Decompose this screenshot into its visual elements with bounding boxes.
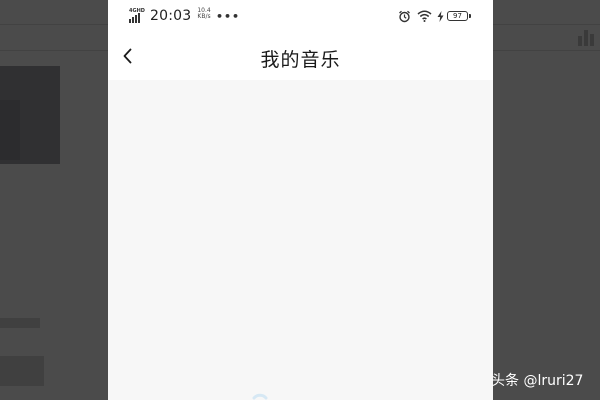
network-type-label: 4GHD xyxy=(129,8,145,14)
background-divider xyxy=(0,24,108,25)
network-speed-unit: KB/s xyxy=(197,13,211,20)
more-notifications-icon: ••• xyxy=(216,10,241,23)
alarm-icon xyxy=(399,10,410,23)
background-divider xyxy=(0,50,108,51)
watermark: 头条 @lruri27 xyxy=(491,373,584,389)
navigation-bar: 我的音乐 xyxy=(108,32,493,80)
status-time: 20:03 xyxy=(150,8,192,24)
background-text-block xyxy=(0,318,40,328)
battery-icon: 97 xyxy=(447,11,471,21)
background-image-block xyxy=(0,356,44,386)
loading-spinner-icon xyxy=(252,393,268,400)
background-divider xyxy=(493,24,600,25)
wifi-icon xyxy=(417,10,432,22)
status-bar: 4GHD 20:03 10.4 KB/s ••• 97 xyxy=(108,0,493,32)
page-title: 我的音乐 xyxy=(260,49,341,71)
bar-chart-icon xyxy=(576,26,598,46)
screenshot-stage: 4GHD 20:03 10.4 KB/s ••• 97 我的音乐 头条 @lru… xyxy=(0,0,600,400)
signal-icon: 4GHD xyxy=(129,8,145,23)
background-thumbnail-shade xyxy=(0,100,20,160)
content-area xyxy=(108,80,493,400)
network-speed: 10.4 KB/s xyxy=(194,8,214,20)
phone-screen: 4GHD 20:03 10.4 KB/s ••• 97 我的音乐 xyxy=(108,0,493,400)
charging-icon xyxy=(437,11,444,22)
background-divider xyxy=(493,50,600,51)
